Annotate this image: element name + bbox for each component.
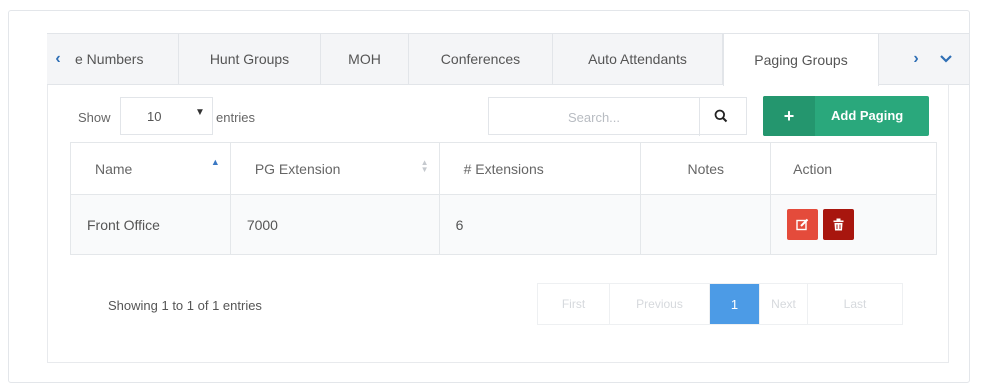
search-box bbox=[488, 97, 747, 136]
tab-label: Hunt Groups bbox=[209, 51, 290, 67]
show-label: Show bbox=[78, 110, 111, 125]
edit-button[interactable] bbox=[787, 209, 819, 240]
edit-icon bbox=[796, 218, 809, 231]
tab-conferences[interactable]: Conferences bbox=[409, 34, 553, 84]
column-header-label: Action bbox=[793, 160, 833, 177]
column-header-extensions[interactable]: # Extensions bbox=[438, 142, 642, 195]
column-header-action: Action bbox=[770, 142, 937, 195]
scroll-tabs-right-icon[interactable]: › bbox=[903, 34, 929, 84]
tab-label: Conferences bbox=[440, 51, 521, 67]
page-last-button[interactable]: Last bbox=[808, 284, 902, 324]
table-row: Front Office 7000 6 bbox=[70, 194, 937, 255]
select-caret-icon: ▼ bbox=[195, 107, 205, 118]
table-info-text: Showing 1 to 1 of 1 entries bbox=[108, 298, 262, 313]
plus-icon: + bbox=[763, 96, 815, 136]
column-header-pg-extension[interactable]: PG Extension ▲ ▼ bbox=[229, 142, 440, 195]
page-next-button[interactable]: Next bbox=[760, 284, 808, 324]
trash-icon bbox=[833, 218, 844, 231]
sort-ascending-icon: ▲ bbox=[210, 157, 220, 167]
page-1-button[interactable]: 1 bbox=[710, 284, 760, 324]
sort-both-icon: ▲ ▼ bbox=[420, 158, 429, 174]
column-header-label: PG Extension bbox=[254, 160, 341, 177]
tab-label: ⁠e Numbers bbox=[75, 51, 144, 67]
cell-pg-extension: 7000 bbox=[229, 194, 440, 255]
tab-label: Paging Groups bbox=[754, 52, 848, 68]
add-paging-label: Add Paging bbox=[831, 108, 904, 123]
entries-select-value: 10 bbox=[147, 109, 162, 124]
tab-bar: ‹ ⁠e Numbers Hunt Groups MOH Conferences… bbox=[47, 33, 969, 86]
cell-name: Front Office bbox=[70, 194, 231, 255]
tab-hunt-groups[interactable]: Hunt Groups bbox=[179, 34, 321, 84]
pagination: First Previous 1 Next Last bbox=[537, 283, 903, 325]
tab-label: Auto Attendants bbox=[588, 51, 687, 67]
search-icon[interactable] bbox=[695, 98, 747, 134]
cell-notes bbox=[640, 194, 772, 255]
paging-groups-table: Name ▲ PG Extension ▲ ▼ # Extensions Note… bbox=[70, 142, 937, 255]
entries-per-page-select[interactable]: 10 ▼ bbox=[120, 97, 213, 135]
add-paging-button[interactable]: + Add Paging bbox=[763, 96, 929, 136]
column-header-label: Notes bbox=[687, 160, 725, 177]
delete-button[interactable] bbox=[823, 209, 855, 240]
column-header-label: Name bbox=[95, 160, 133, 177]
tab-moh[interactable]: MOH bbox=[321, 34, 409, 84]
tab-numbers[interactable]: ⁠e Numbers bbox=[67, 34, 179, 84]
column-header-label: # Extensions bbox=[463, 160, 544, 177]
column-header-notes: Notes bbox=[640, 142, 772, 195]
tab-label: MOH bbox=[348, 51, 381, 67]
search-input[interactable] bbox=[489, 98, 700, 136]
column-header-name[interactable]: Name ▲ bbox=[70, 142, 231, 195]
tab-auto-attendants[interactable]: Auto Attendants bbox=[553, 34, 723, 84]
entries-label: entries bbox=[216, 110, 256, 125]
cell-action bbox=[770, 194, 937, 255]
page-previous-button[interactable]: Previous bbox=[610, 284, 710, 324]
table-header-row: Name ▲ PG Extension ▲ ▼ # Extensions Note… bbox=[70, 142, 937, 195]
tabs-dropdown-chevron-icon[interactable] bbox=[933, 34, 959, 84]
page-first-button[interactable]: First bbox=[538, 284, 610, 324]
tab-paging-groups[interactable]: Paging Groups bbox=[723, 34, 879, 86]
cell-extensions: 6 bbox=[438, 194, 642, 255]
scroll-tabs-left-icon[interactable]: ‹ bbox=[47, 34, 69, 84]
